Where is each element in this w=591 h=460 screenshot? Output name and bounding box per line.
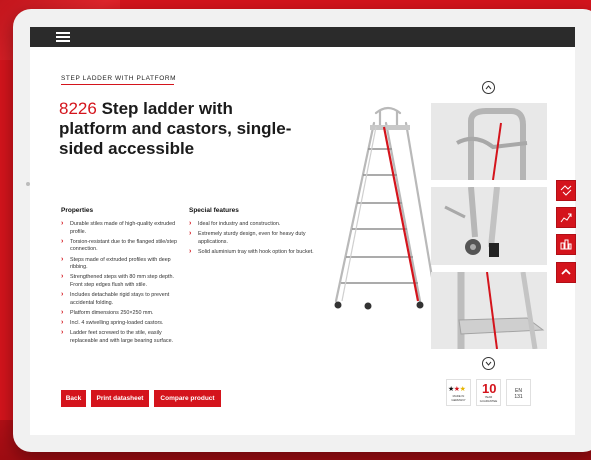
scroll-top-icon	[561, 268, 571, 275]
norm-line2: 131	[514, 394, 523, 400]
list-item: Incl. 4 swivelling spring-loaded castors…	[61, 319, 179, 328]
thumbnail-handrail[interactable]	[431, 103, 547, 180]
tablet-screen: STEP LADDER WITH PLATFORM 8226 Step ladd…	[30, 27, 575, 435]
contact-tab[interactable]	[556, 180, 576, 201]
properties-list: Durable stiles made of high-quality extr…	[61, 220, 179, 348]
special-features-list: Ideal for industry and construction. Ext…	[189, 220, 314, 259]
list-item: Ladder feet screwed to the stile, easily…	[61, 329, 179, 345]
list-item: Durable stiles made of high-quality extr…	[61, 220, 179, 236]
list-item: Includes detachable rigid stays to preve…	[61, 291, 179, 307]
castor-detail-image	[431, 187, 547, 265]
product-category: STEP LADDER WITH PLATFORM	[61, 75, 177, 82]
list-item: Torsion-resistant due to the flanged sti…	[61, 238, 179, 254]
print-datasheet-button[interactable]: Print datasheet	[91, 390, 149, 407]
norm-badge: EN 131	[506, 379, 531, 406]
back-button[interactable]: Back	[61, 390, 86, 407]
list-item: Solid aluminium tray with hook option fo…	[189, 248, 314, 257]
made-in-line2: GERMANY	[451, 398, 466, 402]
compare-tab[interactable]	[556, 234, 576, 255]
warranty-number: 10	[482, 381, 497, 396]
dealer-tab[interactable]	[556, 207, 576, 228]
special-features-heading: Special features	[189, 207, 239, 214]
made-in-germany-badge: ★★★ MADE IN GERMANY	[446, 379, 471, 406]
contact-icon	[560, 185, 572, 196]
compare-product-button[interactable]: Compare product	[154, 390, 221, 407]
gallery-up-button[interactable]	[482, 81, 495, 94]
list-item: Ideal for industry and construction.	[189, 220, 314, 229]
list-item: Steps made of extruded profiles with dee…	[61, 256, 179, 272]
dealer-icon	[560, 213, 572, 223]
chevron-up-icon	[485, 85, 492, 90]
handrail-detail-image	[431, 103, 547, 180]
list-item: Extremely sturdy design, even for heavy …	[189, 230, 314, 246]
star-icons: ★★★	[448, 386, 466, 393]
platform-detail-image	[431, 272, 547, 349]
warranty-badge: 10 YEAR GUARANTEE	[476, 379, 501, 406]
thumbnail-castor[interactable]	[431, 187, 547, 265]
top-bar	[30, 27, 575, 47]
list-item: Platform dimensions 250×250 mm.	[61, 309, 179, 318]
category-underline	[61, 84, 174, 85]
thumbnail-platform[interactable]	[431, 272, 547, 349]
compare-icon	[560, 239, 572, 250]
list-item: Strengthened steps with 80 mm step depth…	[61, 273, 179, 289]
hamburger-menu-icon[interactable]	[56, 32, 70, 42]
page-title: 8226 Step ladder with platform and casto…	[59, 99, 299, 159]
scroll-top-tab[interactable]	[556, 262, 576, 283]
gallery-down-button[interactable]	[482, 357, 495, 370]
product-number: 8226	[59, 99, 97, 118]
warranty-line2: GUARANTEE	[479, 399, 498, 403]
chevron-down-icon	[485, 361, 492, 366]
properties-heading: Properties	[61, 207, 94, 214]
